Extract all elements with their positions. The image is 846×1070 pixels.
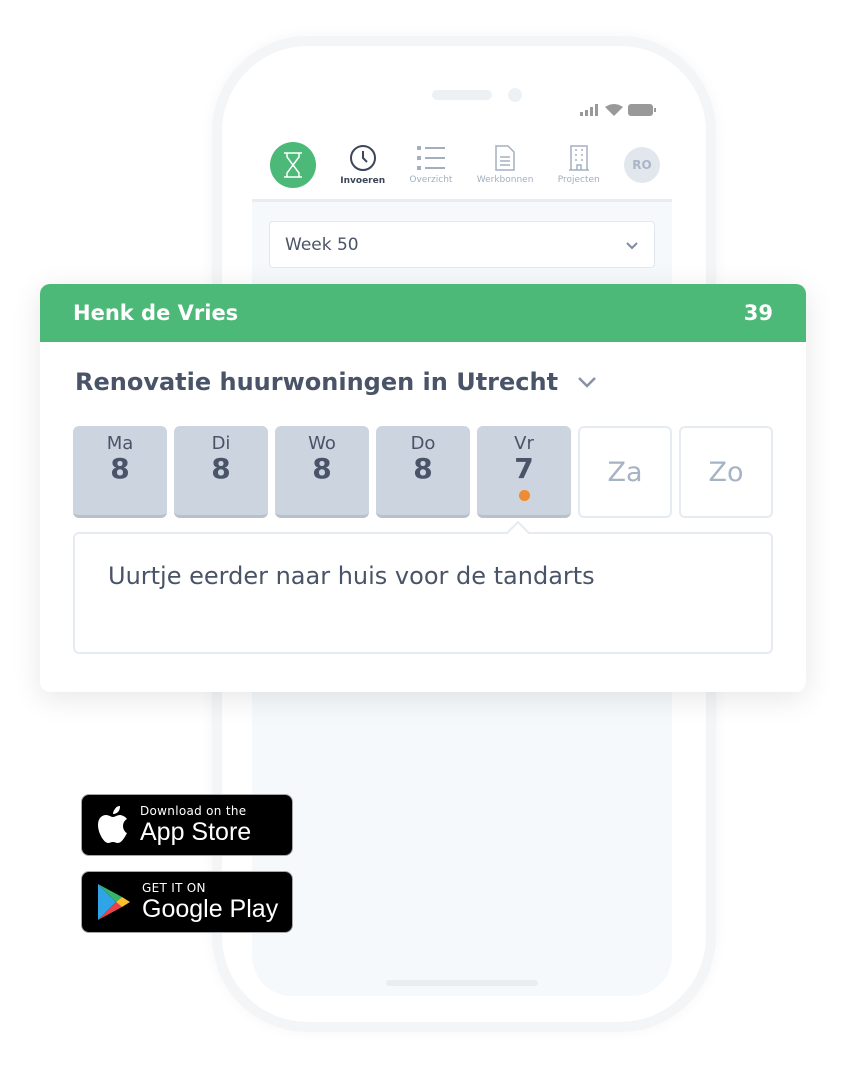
day-do[interactable]: Do 8	[376, 426, 470, 518]
hourglass-logo-icon[interactable]	[270, 142, 316, 188]
nav-invoeren[interactable]: Invoeren	[340, 144, 385, 186]
nav-label: Projecten	[557, 175, 600, 185]
home-indicator	[386, 980, 538, 986]
badge-big-text: App Store	[140, 818, 252, 846]
app-header: Invoeren Overzicht Werkbonnen Projecten …	[252, 60, 672, 202]
clock-icon	[349, 145, 376, 171]
project-name: Renovatie huurwoningen in Utrecht	[75, 368, 559, 396]
week-value: Week 50	[285, 235, 359, 255]
badge-small-text: Download on the	[140, 804, 247, 818]
badge-big-text: Google Play	[142, 895, 279, 923]
main-nav: Invoeren Overzicht Werkbonnen Projecten …	[270, 142, 660, 188]
day-di[interactable]: Di 8	[174, 426, 268, 518]
signal-icon	[580, 104, 598, 116]
project-select[interactable]: Renovatie huurwoningen in Utrecht	[75, 368, 598, 396]
status-bar	[580, 104, 656, 116]
time-entry-card: Henk de Vries 39 Renovatie huurwoningen …	[40, 284, 806, 692]
nav-overzicht[interactable]: Overzicht	[409, 145, 452, 185]
google-play-icon	[98, 884, 130, 920]
battery-icon	[628, 104, 656, 116]
day-hours: 8	[211, 452, 231, 485]
day-hours: 8	[413, 452, 433, 485]
avatar[interactable]: RO	[624, 147, 660, 183]
chevron-down-icon	[626, 242, 638, 250]
day-label: Za	[607, 456, 643, 488]
nav-label: Invoeren	[340, 176, 386, 186]
day-hours: 8	[110, 452, 130, 485]
app-store-badge[interactable]: Download on the App Store	[81, 794, 293, 856]
building-icon	[568, 145, 589, 171]
note-text: Uurtje eerder naar huis voor de tandarts	[108, 562, 595, 590]
day-ma[interactable]: Ma 8	[73, 426, 167, 518]
day-list: Ma 8 Di 8 Wo 8 Do 8 Vr 7 Za Zo	[73, 426, 773, 518]
employee-name: Henk de Vries	[73, 301, 239, 325]
chevron-down-icon	[578, 377, 596, 388]
day-label: Vr	[514, 433, 534, 454]
list-icon	[416, 146, 445, 170]
day-label: Zo	[708, 456, 744, 488]
day-label: Wo	[308, 433, 336, 454]
week-select[interactable]: Week 50	[269, 221, 655, 268]
day-vr[interactable]: Vr 7	[477, 426, 571, 518]
apple-icon	[98, 806, 127, 843]
total-hours: 39	[743, 301, 773, 325]
camera	[508, 88, 522, 102]
day-za[interactable]: Za	[578, 426, 672, 518]
day-label: Do	[410, 433, 436, 454]
document-icon	[495, 145, 515, 171]
speaker	[432, 90, 492, 100]
day-hours: 8	[312, 452, 332, 485]
nav-label: Overzicht	[409, 175, 453, 185]
day-wo[interactable]: Wo 8	[275, 426, 369, 518]
wifi-icon	[605, 104, 623, 116]
day-zo[interactable]: Zo	[679, 426, 773, 518]
badge-small-text: GET IT ON	[142, 881, 206, 895]
day-hours: 7	[514, 452, 534, 485]
note-textarea[interactable]: Uurtje eerder naar huis voor de tandarts	[73, 532, 773, 654]
day-label: Di	[211, 433, 231, 454]
nav-werkbonnen[interactable]: Werkbonnen	[476, 145, 534, 185]
nav-projecten[interactable]: Projecten	[558, 145, 600, 185]
note-indicator-dot	[518, 490, 530, 501]
google-play-badge[interactable]: GET IT ON Google Play	[81, 871, 293, 933]
card-header: Henk de Vries 39	[40, 284, 806, 342]
day-label: Ma	[106, 433, 134, 454]
nav-label: Werkbonnen	[476, 175, 534, 185]
